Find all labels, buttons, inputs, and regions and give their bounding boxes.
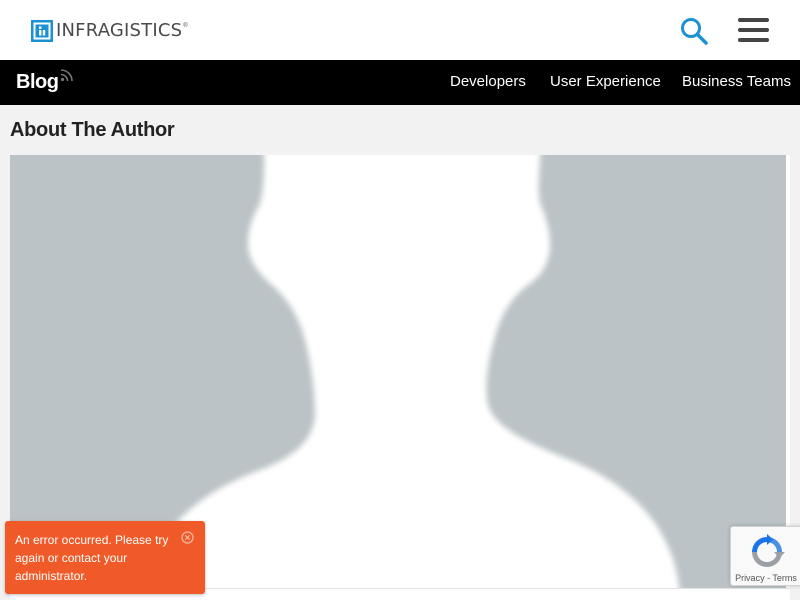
nav-business-teams[interactable]: Business Teams (682, 73, 791, 91)
error-toast-message: An error occurred. Please try again or c… (15, 533, 169, 583)
site-header: INFRAGISTICS ® (0, 0, 800, 60)
recaptcha-icon (752, 534, 785, 567)
nav-developers[interactable]: Developers (450, 73, 526, 91)
search-button[interactable] (679, 16, 709, 46)
recaptcha-links: Privacy - Terms (731, 573, 800, 583)
infragistics-logo[interactable]: INFRAGISTICS ® (31, 20, 188, 42)
hamburger-menu-button[interactable] (738, 18, 770, 42)
close-circle-icon[interactable] (181, 531, 194, 544)
infragistics-logo-icon (31, 20, 53, 42)
page-title: About The Author (10, 119, 175, 141)
recaptcha-badge[interactable]: Privacy - Terms (730, 526, 800, 586)
hamburger-menu-icon-bar-3 (738, 38, 769, 42)
blog-home-link[interactable]: Blog (16, 70, 59, 94)
rss-icon[interactable] (60, 68, 74, 82)
hamburger-menu-icon-bar-1 (738, 18, 769, 22)
logo-text: INFRAGISTICS (56, 20, 183, 41)
nav-user-experience[interactable]: User Experience (550, 73, 661, 91)
recaptcha-terms-link[interactable]: Terms (772, 573, 797, 583)
hamburger-menu-icon-bar-2 (738, 28, 769, 32)
search-icon (681, 18, 708, 45)
error-toast: An error occurred. Please try again or c… (5, 521, 205, 594)
logo-registered-mark: ® (183, 23, 188, 29)
blog-nav-bar: Blog Developers User Experience Business… (0, 60, 800, 105)
recaptcha-privacy-link[interactable]: Privacy (735, 573, 765, 583)
